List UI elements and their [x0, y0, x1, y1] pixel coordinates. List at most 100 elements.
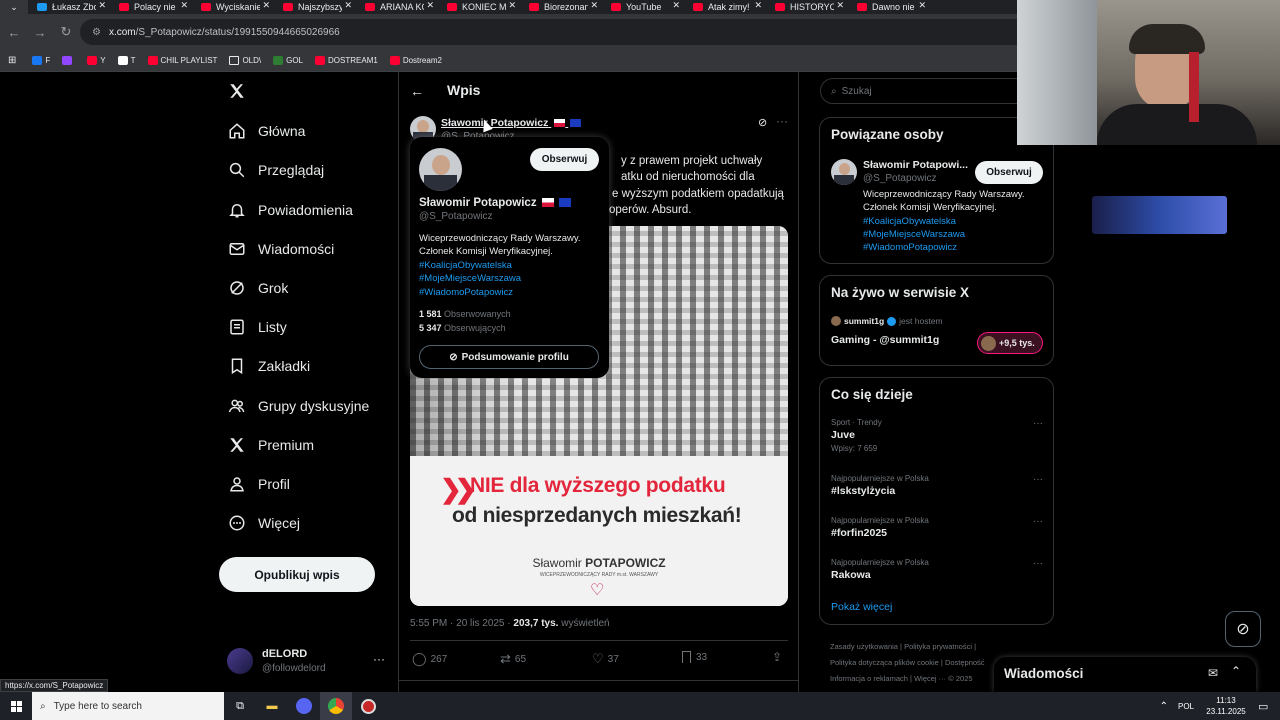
hovercard-name[interactable]: Sławomir Potapowicz: [419, 197, 537, 209]
account-switcher[interactable]: dELORD @followdelord ···: [227, 646, 387, 678]
live-event[interactable]: Gaming - @summit1g: [831, 334, 939, 346]
close-tab-icon[interactable]: ✕: [754, 0, 762, 11]
new-message-icon[interactable]: ✉: [1208, 666, 1218, 680]
hovercard-avatar[interactable]: [419, 148, 462, 191]
nav-item[interactable]: Profil: [228, 469, 290, 499]
address-bar[interactable]: ⚙ x.com/S_Potapowicz/status/199155094466…: [80, 19, 1100, 45]
notifications-icon[interactable]: ▭: [1258, 700, 1280, 713]
author-name-link[interactable]: Sławomir Potapowicz: [441, 117, 582, 129]
live-listeners-pill[interactable]: +9,5 tys.: [977, 332, 1043, 354]
nav-item[interactable]: Grok: [228, 273, 288, 303]
trend-item[interactable]: Sport · Trendy Juve Wpisy: 7 659 ···: [831, 418, 1043, 453]
browser-tab[interactable]: Biorezonans✕: [520, 0, 602, 14]
footer-more[interactable]: Więcej ···: [914, 674, 946, 683]
footer-terms[interactable]: Zasady użytkowania: [830, 642, 898, 651]
nav-item[interactable]: Listy: [228, 312, 287, 342]
live-host-row[interactable]: summit1g jest hostem: [831, 316, 943, 326]
browser-tab[interactable]: Polacy nie ch✕: [110, 0, 192, 14]
messages-drawer[interactable]: Wiadomości ✉ ⌃: [994, 657, 1256, 692]
language-indicator[interactable]: POL: [1178, 702, 1194, 711]
trend-more-icon[interactable]: ···: [1033, 516, 1043, 527]
close-tab-icon[interactable]: ✕: [918, 0, 926, 11]
nav-item[interactable]: Premium: [228, 430, 314, 460]
bookmark-item[interactable]: OLD\: [229, 56, 261, 65]
browser-tab[interactable]: Najszybszy C✕: [274, 0, 356, 14]
hovercard-hashtag[interactable]: #MojeMiejsceWarszawa: [419, 273, 521, 284]
nav-item[interactable]: Przeglądaj: [228, 155, 324, 185]
bookmark-item[interactable]: CHIL PLAYLIST: [147, 56, 217, 65]
footer-cookies[interactable]: Polityka dotycząca plików cookie: [830, 658, 939, 667]
show-more-link[interactable]: Pokaż więcej: [831, 601, 892, 613]
close-tab-icon[interactable]: ✕: [508, 0, 516, 11]
task-view-icon[interactable]: ⧉: [224, 700, 256, 713]
back-arrow-icon[interactable]: ←: [410, 83, 424, 99]
taskbar-search[interactable]: ⌕ Type here to search: [32, 692, 224, 720]
browser-tab[interactable]: ARIANA KON✕: [356, 0, 438, 14]
bookmark-item[interactable]: DOSTREAM1: [315, 56, 378, 65]
site-info-icon[interactable]: ⚙: [92, 27, 101, 38]
following-stat[interactable]: 1 581 Obserwowanych: [419, 309, 511, 319]
forward-button[interactable]: →: [28, 20, 52, 44]
browser-tab[interactable]: Łukasz Zbor✕: [28, 0, 110, 14]
bookmark-item[interactable]: F: [32, 56, 50, 65]
trend-more-icon[interactable]: ···: [1033, 558, 1043, 569]
related-follow-button[interactable]: Obserwuj: [975, 161, 1043, 184]
profile-summary-button[interactable]: ⊘ Podsumowanie profilu: [419, 345, 599, 369]
close-tab-icon[interactable]: ✕: [426, 0, 434, 11]
bookmark-item[interactable]: GOL: [273, 56, 303, 65]
browser-tab[interactable]: Wyciskanie s✕: [192, 0, 274, 14]
close-tab-icon[interactable]: ✕: [836, 0, 844, 11]
windows-start-icon[interactable]: [0, 692, 32, 720]
close-tab-icon[interactable]: ✕: [262, 0, 270, 11]
nav-item[interactable]: Więcej: [228, 508, 300, 538]
clock[interactable]: 11:13 23.11.2025: [1206, 695, 1246, 717]
nav-item[interactable]: Zakładki: [228, 351, 310, 381]
share-icon[interactable]: ⇪: [772, 650, 782, 664]
nav-item[interactable]: Grupy dyskusyjne: [228, 391, 369, 421]
grok-floating-button[interactable]: ⊘: [1225, 611, 1261, 647]
trend-item[interactable]: Najpopularniejsze w Polska #forfin2025 ···: [831, 516, 1043, 539]
footer-ads[interactable]: Informacja o reklamach: [830, 674, 908, 683]
footer-privacy[interactable]: Polityka prywatności: [904, 642, 972, 651]
grok-explain-icon[interactable]: ⊘: [758, 116, 767, 129]
like-button[interactable]: ♡ 37: [592, 651, 619, 667]
reload-button[interactable]: ↻: [54, 20, 78, 44]
post-button[interactable]: Opublikuj wpis: [219, 557, 375, 592]
close-tab-icon[interactable]: ✕: [98, 0, 106, 11]
hovercard-hashtag[interactable]: #WiadomoPotapowicz: [419, 287, 513, 298]
back-button[interactable]: ←: [2, 20, 26, 44]
trend-item[interactable]: Najpopularniejsze w Polska #lskstylżycia ·…: [831, 474, 1043, 497]
nav-item[interactable]: Powiadomienia: [228, 195, 353, 225]
trend-item[interactable]: Najpopularniejsze w Polska Rakowa ···: [831, 558, 1043, 581]
chevron-up-icon[interactable]: ⌃: [1231, 664, 1241, 678]
repost-button[interactable]: ⇄ 65: [500, 651, 526, 667]
obs-icon[interactable]: [352, 692, 384, 720]
close-tab-icon[interactable]: ✕: [344, 0, 352, 11]
x-logo[interactable]: [228, 82, 248, 102]
reply-button[interactable]: ◯ 267: [412, 651, 447, 667]
related-name[interactable]: Sławomir Potapowi...: [863, 159, 968, 171]
bookmark-item[interactable]: [62, 56, 75, 65]
browser-tab[interactable]: HISTORYCZN✕: [766, 0, 848, 14]
tray-chevron-icon[interactable]: ⌃: [1160, 701, 1168, 712]
hovercard-hashtag[interactable]: #KoalicjaObywatelska: [419, 260, 512, 271]
close-tab-icon[interactable]: ✕: [672, 0, 680, 11]
nav-item[interactable]: Główna: [228, 116, 305, 146]
trend-more-icon[interactable]: ···: [1033, 474, 1043, 485]
related-hashtag[interactable]: #KoalicjaObywatelska: [863, 216, 956, 227]
bookmark-button[interactable]: 33: [682, 651, 707, 663]
browser-tab[interactable]: KONIEC MA✕: [438, 0, 520, 14]
hovercard-follow-button[interactable]: Obserwuj: [530, 148, 599, 171]
discord-icon[interactable]: [288, 692, 320, 720]
bookmark-item[interactable]: T: [117, 56, 136, 65]
tab-search-button[interactable]: ⌄: [0, 0, 28, 14]
tweet-timestamp[interactable]: 5:55 PM · 20 lis 2025 ·: [410, 618, 511, 629]
related-avatar[interactable]: [831, 159, 857, 185]
bookmark-item[interactable]: Y: [87, 56, 106, 65]
browser-tab[interactable]: YouTube ✕: [602, 0, 684, 14]
chrome-icon[interactable]: [320, 692, 352, 720]
footer-accessibility[interactable]: Dostępność: [945, 658, 985, 667]
close-tab-icon[interactable]: ✕: [180, 0, 188, 11]
related-hashtag[interactable]: #WiadomoPotapowicz: [863, 242, 957, 253]
apps-grid-icon[interactable]: ⊞: [8, 55, 16, 66]
